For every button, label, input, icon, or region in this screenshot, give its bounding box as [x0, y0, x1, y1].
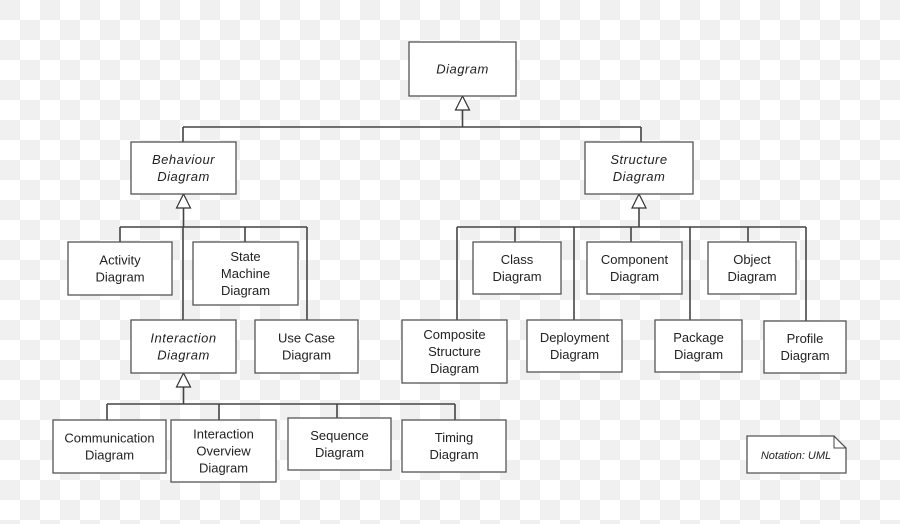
- node-label: Diagram: [610, 269, 659, 284]
- node-label: Diagram: [430, 361, 479, 376]
- node-label: Object: [733, 252, 771, 267]
- node-box: [586, 241, 683, 295]
- node-label: State: [230, 249, 260, 264]
- node-label: Diagram: [95, 270, 144, 285]
- node-label: Diagram: [674, 347, 723, 362]
- node-label: Diagram: [85, 448, 134, 463]
- node-label: Diagram: [315, 445, 364, 460]
- node-object[interactable]: Object Diagram: [707, 241, 797, 295]
- inheritance-arrow-icon: [175, 371, 192, 388]
- node-structure[interactable]: Structure Diagram: [584, 141, 694, 195]
- node-label: Diagram: [492, 269, 541, 284]
- node-label: Timing: [435, 430, 474, 445]
- node-label: Interaction: [150, 331, 216, 346]
- inheritance-arrow-icon: [454, 94, 471, 111]
- node-label: Diagram: [429, 447, 478, 462]
- node-composite-structure[interactable]: Composite Structure Diagram: [401, 319, 508, 384]
- node-label: Communication: [64, 431, 154, 446]
- note-text: Notation: UML: [761, 450, 831, 462]
- node-box: [130, 319, 237, 374]
- node-label: Diagram: [199, 461, 248, 476]
- node-label: Behaviour: [152, 152, 215, 167]
- node-timing[interactable]: Timing Diagram: [401, 419, 507, 473]
- node-activity[interactable]: Activity Diagram: [67, 241, 173, 296]
- node-label: Diagram: [550, 347, 599, 362]
- node-label: Component: [601, 252, 669, 267]
- node-box: [654, 319, 743, 373]
- generalization-diagram: [182, 94, 642, 142]
- node-label: Package: [673, 330, 724, 345]
- node-label: Use Case: [278, 331, 335, 346]
- node-deployment[interactable]: Deployment Diagram: [526, 319, 623, 373]
- node-box: [401, 419, 507, 473]
- node-box: [52, 419, 167, 474]
- node-label: Structure: [610, 152, 667, 167]
- node-label: Machine: [221, 266, 270, 281]
- node-label: Diagram: [613, 169, 666, 184]
- node-label: Diagram: [157, 348, 210, 363]
- node-box: [763, 320, 847, 374]
- node-label: Interaction: [193, 427, 254, 442]
- node-sequence[interactable]: Sequence Diagram: [287, 417, 392, 471]
- inheritance-arrow-icon: [631, 192, 647, 209]
- notation-note: Notation: UML: [746, 435, 847, 474]
- diagram-nodes: DiagramBehaviourDiagramStructureDiagramA…: [52, 41, 847, 483]
- node-use-case[interactable]: Use Case Diagram: [254, 319, 359, 374]
- node-box: [67, 241, 173, 296]
- node-box: [526, 319, 623, 373]
- node-label: Composite: [423, 327, 485, 342]
- node-label: Structure: [428, 344, 481, 359]
- node-label: Overview: [196, 444, 251, 459]
- node-interaction[interactable]: Interaction Diagram: [130, 319, 237, 374]
- node-box: [287, 417, 392, 471]
- node-component[interactable]: Component Diagram: [586, 241, 683, 295]
- node-box: [130, 141, 237, 195]
- node-interaction-overview[interactable]: Interaction Overview Diagram: [170, 419, 277, 483]
- node-label: Diagram: [780, 348, 829, 363]
- node-box: [584, 141, 694, 195]
- node-label: Diagram: [727, 269, 776, 284]
- node-box: [472, 241, 562, 295]
- node-label: Profile: [787, 331, 824, 346]
- node-behaviour[interactable]: Behaviour Diagram: [130, 141, 237, 195]
- node-box: [254, 319, 359, 374]
- node-label: Diagram: [157, 169, 210, 184]
- node-class[interactable]: Class Diagram: [472, 241, 562, 295]
- node-communication[interactable]: Communication Diagram: [52, 419, 167, 474]
- node-state-machine[interactable]: State Machine Diagram: [192, 241, 299, 306]
- node-package[interactable]: Package Diagram: [654, 319, 743, 373]
- node-label: Diagram: [221, 283, 270, 298]
- node-profile[interactable]: Profile Diagram: [763, 320, 847, 374]
- node-label: Diagram: [436, 62, 489, 77]
- node-diagram[interactable]: Diagram: [408, 41, 517, 97]
- node-box: [707, 241, 797, 295]
- node-label: Diagram: [282, 348, 331, 363]
- node-label: Sequence: [310, 428, 369, 443]
- node-label: Class: [501, 252, 534, 267]
- inheritance-arrow-icon: [175, 192, 192, 209]
- uml-diagram-hierarchy: DiagramBehaviourDiagramStructureDiagramA…: [52, 41, 847, 483]
- node-label: Deployment: [540, 330, 610, 345]
- node-label: Activity: [99, 253, 141, 268]
